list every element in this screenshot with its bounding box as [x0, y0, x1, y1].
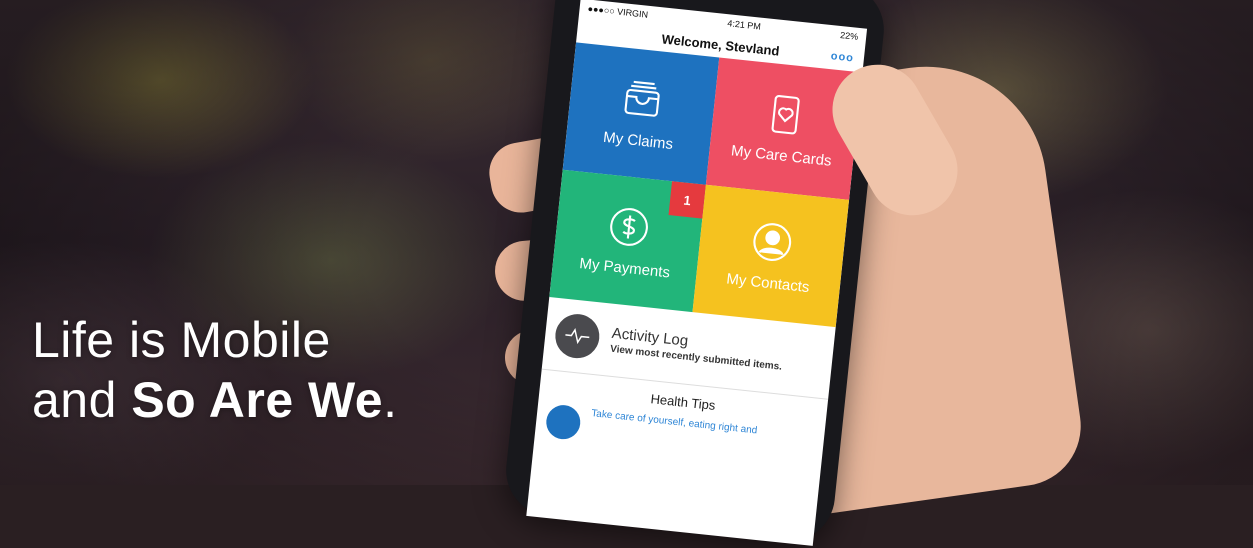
headline-prefix: and [32, 372, 132, 428]
tile-my-contacts[interactable]: My Contacts [692, 184, 850, 328]
headline-bold: So Are We [131, 372, 384, 428]
headline-line-2: and So Are We. [32, 370, 398, 430]
time-label: 4:21 PM [726, 18, 762, 32]
tile-label: My Payments [578, 254, 671, 281]
hero-headline: Life is Mobile and So Are We. [32, 310, 398, 430]
headline-suffix: . [383, 372, 398, 428]
tile-label: My Contacts [725, 269, 811, 296]
tip-icon [544, 403, 582, 441]
dollar-circle-icon [610, 207, 648, 246]
heart-card-icon [771, 94, 800, 134]
dashboard-grid: My Claims My Care Cards 1 My Payments My… [549, 42, 863, 328]
inbox-tray-icon [624, 80, 660, 117]
phone-screen: ●●●○○ VIRGIN 4:21 PM 22% Welcome, Stevla… [526, 0, 868, 546]
carrier-label: ●●●○○ VIRGIN [587, 3, 649, 20]
notification-badge: 1 [668, 181, 706, 219]
headline-line-1: Life is Mobile [32, 312, 331, 368]
person-circle-icon [753, 222, 792, 261]
pulse-icon [553, 311, 602, 361]
tile-my-payments[interactable]: 1 My Payments [549, 169, 706, 313]
tile-label: My Care Cards [730, 141, 833, 170]
tile-label: My Claims [602, 128, 674, 153]
tile-my-claims[interactable]: My Claims [562, 42, 720, 185]
battery-label: 22% [839, 30, 859, 42]
phone-device: ●●●○○ VIRGIN 4:21 PM 22% Welcome, Stevla… [501, 0, 889, 546]
more-menu-button[interactable]: ooo [830, 50, 854, 64]
